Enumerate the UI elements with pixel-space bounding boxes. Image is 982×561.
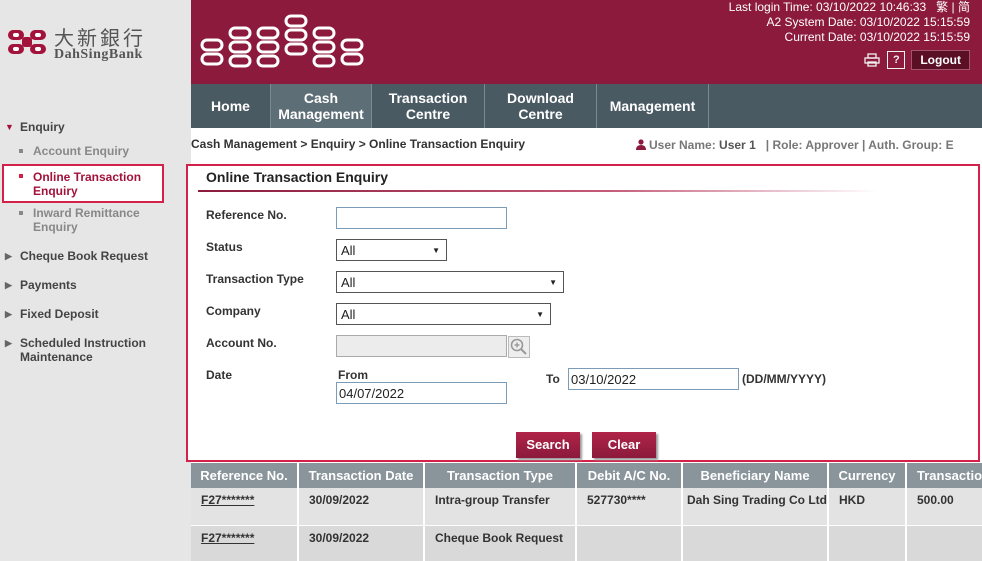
user-name-label: User Name: [649, 138, 716, 152]
table-row-0-date: 30/09/2022 [299, 488, 425, 525]
column-header-reference[interactable]: Reference No. [191, 463, 299, 488]
menu-cash-management[interactable]: Cash Management [271, 84, 372, 128]
menu-management[interactable]: Management [597, 84, 709, 128]
company-select[interactable]: All ▼ [336, 303, 551, 325]
sidebar: 大新銀行 DahSingBank ▼ Enquiry Account Enqui… [0, 0, 191, 561]
reference-link[interactable]: F27******* [201, 531, 254, 545]
table-row-1-debit-account [577, 526, 683, 561]
account-label: Account No. [206, 336, 277, 350]
menu-transaction-centre[interactable]: Transaction Centre [372, 84, 485, 128]
table-row-1-amount [907, 526, 982, 561]
nav-inward-remittance-label: Inward Remittance Enquiry [33, 206, 140, 234]
bullet-icon [19, 211, 23, 215]
column-header-currency[interactable]: Currency [829, 463, 907, 488]
breadcrumb: Cash Management > Enquiry > Online Trans… [191, 137, 526, 151]
company-value: All [341, 307, 356, 322]
status-label: Status [206, 240, 243, 254]
dropdown-arrow-icon: ▼ [549, 278, 557, 287]
enquiry-form-panel: Online Transaction Enquiry Reference No.… [186, 164, 980, 462]
lang-traditional[interactable]: 繁 [936, 0, 948, 14]
column-header-transaction-date[interactable]: Transaction Date [299, 463, 425, 488]
printer-icon[interactable] [863, 51, 881, 69]
help-icon[interactable]: ? [887, 51, 906, 69]
reference-label: Reference No. [206, 208, 287, 222]
logout-button[interactable]: Logout [911, 50, 970, 70]
brand-name-en: DahSingBank [54, 47, 143, 62]
account-lookup-button[interactable] [508, 336, 530, 358]
table-row-0-currency: HKD [829, 488, 907, 525]
transaction-type-value: All [341, 275, 356, 290]
nav-fixed-deposit-label: Fixed Deposit [20, 307, 99, 321]
bullet-icon [19, 174, 23, 178]
column-header-beneficiary[interactable]: Beneficiary Name [683, 463, 829, 488]
nav-scheduled-label: Scheduled Instruction Maintenance [20, 336, 147, 364]
status-value: All [341, 243, 356, 258]
table-row-0-amount: 500.00 [907, 488, 982, 525]
table-row-1-date: 30/09/2022 [299, 526, 425, 561]
main-menu: Home Cash Management Transaction Centre … [191, 84, 982, 128]
date-format-hint: (DD/MM/YYYY) [742, 372, 826, 386]
header-actions: ? Logout [863, 50, 970, 70]
reference-input[interactable] [336, 207, 507, 229]
user-info: User Name: User 1 | Role: Approver | Aut… [636, 138, 954, 152]
company-label: Company [206, 304, 261, 318]
reference-link[interactable]: F27******* [201, 493, 254, 507]
dropdown-arrow-icon: ▼ [432, 246, 440, 255]
user-icon [636, 139, 646, 150]
transaction-type-label: Transaction Type [206, 272, 304, 286]
table-row-1-type: Cheque Book Request [425, 526, 577, 561]
role-info: | Role: Approver | Auth. Group: E [765, 138, 954, 152]
lang-simplified[interactable]: 简 [958, 0, 970, 14]
menu-home[interactable]: Home [191, 84, 271, 128]
a2-system-date: A2 System Date: 03/10/2022 15:15:59 [766, 15, 970, 29]
table-row-1-currency [829, 526, 907, 561]
dahsing-pattern-icon [200, 14, 364, 68]
current-date: Current Date: 03/10/2022 15:15:59 [784, 30, 970, 44]
to-label: To [546, 372, 560, 386]
nav-online-transaction-enquiry-label: Online Transaction Enquiry [33, 170, 142, 198]
panel-title: Online Transaction Enquiry [206, 169, 389, 185]
nav-cheque-book-label: Cheque Book Request [20, 249, 149, 263]
status-select[interactable]: All ▼ [336, 239, 447, 261]
triangle-right-icon: ▶ [5, 251, 12, 261]
bank-logo[interactable]: 大新銀行 DahSingBank [6, 22, 176, 66]
menu-download-centre[interactable]: Download Centre [485, 84, 597, 128]
clear-button[interactable]: Clear [592, 432, 656, 458]
dahsing-logo-icon [8, 30, 46, 54]
table-row-1-beneficiary [683, 526, 829, 561]
triangle-right-icon: ▶ [5, 280, 12, 290]
login-info: Last login Time: 03/10/2022 10:46:33 繁 | … [729, 0, 970, 45]
table-row-0-reference[interactable]: F27******* [191, 488, 299, 525]
last-login-time: Last login Time: 03/10/2022 10:46:33 [728, 0, 927, 14]
column-header-debit-account[interactable]: Debit A/C No. [577, 463, 683, 488]
title-divider [198, 190, 878, 192]
date-label: Date [206, 368, 233, 382]
nav-account-enquiry-label: Account Enquiry [33, 144, 130, 158]
top-header: Last login Time: 03/10/2022 10:46:33 繁 | … [191, 0, 982, 84]
lang-separator: | [951, 0, 955, 14]
nav-payments-label: Payments [20, 278, 77, 292]
table-row-0-beneficiary: Dah Sing Trading Co Ltd [683, 488, 829, 525]
column-header-transaction-type[interactable]: Transaction Type [425, 463, 577, 488]
dropdown-arrow-icon: ▼ [536, 310, 544, 319]
user-name-value: User 1 [719, 138, 756, 152]
from-label: From [338, 368, 368, 382]
account-input[interactable] [336, 335, 507, 357]
column-header-transaction-amount[interactable]: Transactio [907, 463, 982, 488]
triangle-down-icon: ▼ [5, 122, 14, 132]
transaction-type-select[interactable]: All ▼ [336, 271, 564, 293]
table-row-1-reference[interactable]: F27******* [191, 526, 299, 561]
table-row-0-type: Intra-group Transfer [425, 488, 577, 525]
magnify-plus-icon [510, 338, 527, 355]
bullet-icon [19, 149, 23, 153]
table-row-0-debit-account: 527730**** [577, 488, 683, 525]
search-button[interactable]: Search [516, 432, 580, 458]
nav-online-transaction-enquiry[interactable]: Online Transaction Enquiry [2, 164, 164, 203]
triangle-right-icon: ▶ [5, 338, 12, 348]
from-date-input[interactable] [336, 382, 507, 404]
nav-enquiry-label: Enquiry [20, 120, 65, 134]
to-date-input[interactable] [568, 368, 739, 390]
triangle-right-icon: ▶ [5, 309, 12, 319]
